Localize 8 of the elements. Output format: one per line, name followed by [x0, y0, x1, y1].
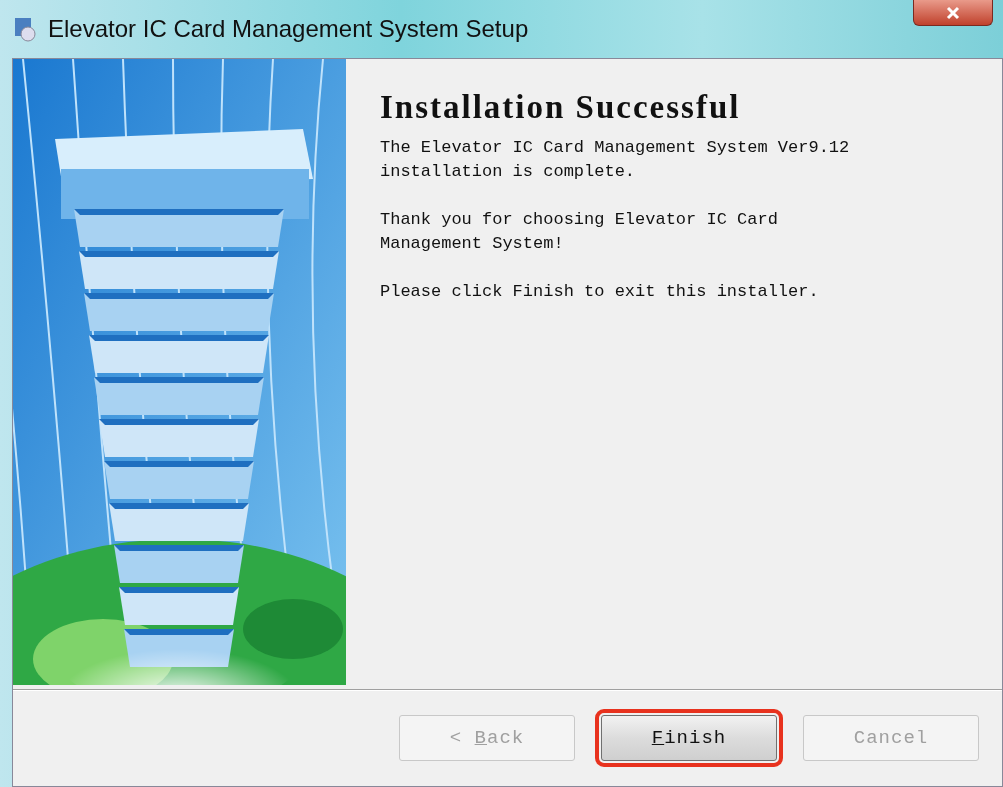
body-text: Thank you for choosing Elevator IC Card Management System!	[380, 209, 779, 255]
close-icon	[946, 5, 960, 20]
body-text: The Elevator IC Card Management System Ver9.12 installation is complete.	[380, 137, 851, 183]
window-title: Elevator IC Card Management System Setup	[48, 15, 529, 43]
body-text: Please click Finish to exit this installer.	[380, 281, 820, 303]
close-button[interactable]	[913, 0, 993, 26]
page-heading: Installation Successful	[380, 89, 742, 126]
installer-icon	[12, 16, 38, 42]
